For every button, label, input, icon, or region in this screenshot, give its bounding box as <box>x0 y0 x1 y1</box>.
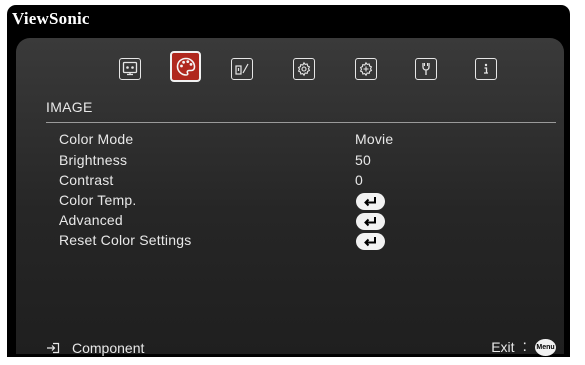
brand-logo: ViewSonic <box>12 9 90 28</box>
menu-button-icon[interactable]: Menu <box>535 338 556 356</box>
basic-settings-icon <box>297 61 311 77</box>
input-source-label: Component <box>72 340 145 356</box>
tab-advanced[interactable] <box>355 58 377 80</box>
display-icon <box>122 61 138 76</box>
advanced-settings-icon <box>359 61 373 77</box>
exit-hint[interactable]: Exit : Menu <box>491 338 556 356</box>
tab-power-management[interactable] <box>231 58 253 80</box>
tab-basic[interactable] <box>293 58 315 80</box>
input-source-icon <box>46 341 60 357</box>
menu-tabs <box>16 38 564 90</box>
menu-item-value: Movie <box>355 131 394 147</box>
enter-icon[interactable] <box>356 233 385 250</box>
menu-item-label: Color Temp. <box>59 192 137 208</box>
divider <box>46 122 556 123</box>
menu-item-label: Color Mode <box>59 131 134 147</box>
menu-item-label: Reset Color Settings <box>59 232 192 248</box>
section-title: IMAGE <box>46 99 93 115</box>
menu-item-label: Contrast <box>59 172 114 188</box>
input-source: Component <box>46 340 144 357</box>
menu-item-label: Brightness <box>59 152 128 168</box>
menu-item-value: 50 <box>355 152 371 168</box>
menu-item-brightness[interactable]: Brightness 50 <box>59 152 529 170</box>
tab-display[interactable] <box>119 58 141 80</box>
menu-item-reset-color-settings[interactable]: Reset Color Settings <box>59 232 529 250</box>
image-palette-icon <box>176 57 195 76</box>
system-tools-icon <box>422 63 430 75</box>
exit-label: Exit <box>491 339 515 355</box>
tab-image[interactable] <box>170 51 201 82</box>
menu-item-contrast[interactable]: Contrast 0 <box>59 172 529 190</box>
osd-window: ViewSonic IMAGE Color Mode Movie Brightn… <box>7 5 570 357</box>
exit-colon: : <box>522 338 527 355</box>
power-management-icon <box>235 63 249 75</box>
enter-icon[interactable] <box>356 213 385 230</box>
menu-item-color-mode[interactable]: Color Mode Movie <box>59 131 529 149</box>
tab-system[interactable] <box>415 58 437 80</box>
enter-icon[interactable] <box>356 193 385 210</box>
information-icon <box>484 63 488 74</box>
menu-item-label: Advanced <box>59 212 123 228</box>
menu-item-color-temp[interactable]: Color Temp. <box>59 192 529 210</box>
tab-information[interactable] <box>475 58 497 80</box>
osd-panel: IMAGE Color Mode Movie Brightness 50 Con… <box>16 38 564 357</box>
menu-item-advanced[interactable]: Advanced <box>59 212 529 230</box>
menu-item-value: 0 <box>355 172 363 188</box>
